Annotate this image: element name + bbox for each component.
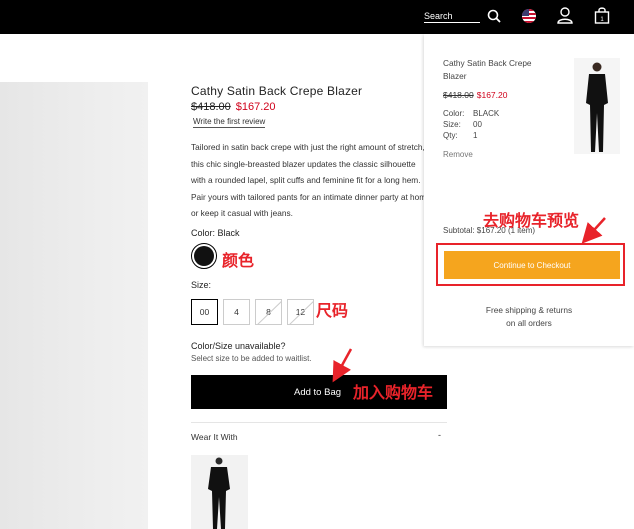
arrow-to-add-to-bag <box>332 348 353 383</box>
annotation-arrows <box>332 217 606 383</box>
arrow-to-checkout <box>581 217 606 244</box>
